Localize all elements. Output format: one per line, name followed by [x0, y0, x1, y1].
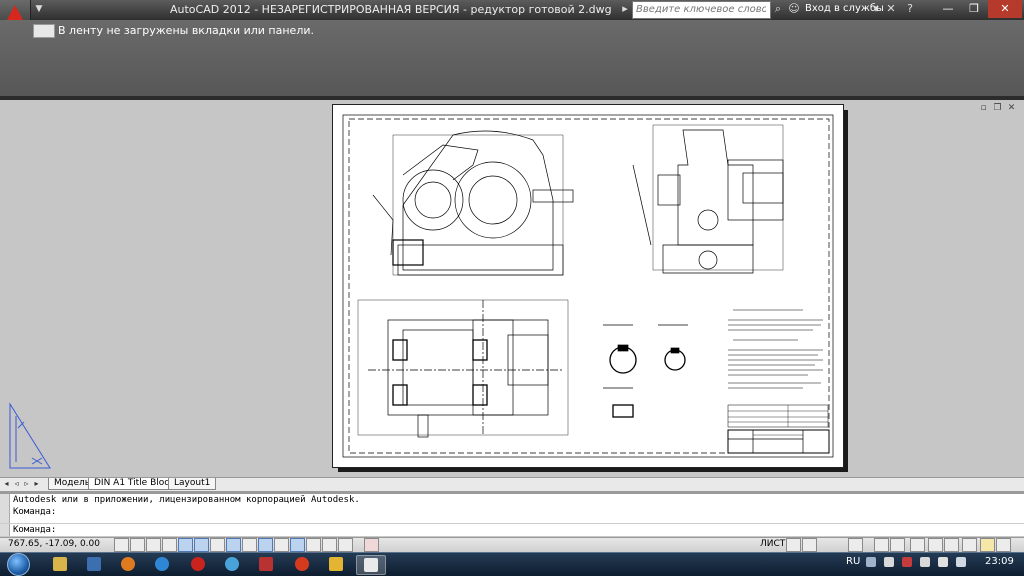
language-indicator[interactable]: RU [846, 556, 860, 567]
last-tab-icon[interactable]: ▸ [32, 478, 41, 489]
window-title: AutoCAD 2012 - НЕЗАРЕГИСТРИРОВАННАЯ ВЕРС… [170, 3, 612, 16]
clock[interactable]: 23:09 [985, 556, 1014, 567]
quick-view-drawings-button[interactable] [802, 538, 817, 552]
app-icon [259, 557, 273, 571]
ribbon-panel-icon [33, 24, 55, 38]
quick-access-dropdown-icon[interactable]: ▼ [32, 2, 46, 16]
autocad-icon [364, 558, 378, 572]
command-history-line: Команда: [13, 507, 57, 517]
isolate-objects-icon[interactable] [962, 538, 977, 552]
3d-object-snap-button[interactable] [210, 538, 225, 552]
folder-icon [53, 557, 67, 571]
workspace-switching-icon[interactable] [910, 538, 925, 552]
taskbar-opera[interactable] [184, 555, 212, 573]
tray-icon[interactable] [884, 557, 894, 567]
next-tab-icon[interactable]: ▹ [22, 478, 31, 489]
search-input[interactable] [633, 2, 769, 17]
command-input[interactable] [0, 523, 1024, 537]
taskbar-app-blue[interactable] [218, 555, 246, 573]
taskbar-app-red[interactable] [252, 555, 280, 573]
paper-space-label[interactable]: ЛИСТ [760, 539, 785, 549]
dynamic-input-button[interactable] [258, 538, 273, 552]
transparency-button[interactable] [290, 538, 305, 552]
help-icon[interactable]: ? [903, 2, 917, 16]
exchange-icon[interactable]: ✕ [884, 2, 898, 16]
search-expand-icon[interactable]: ▸ [618, 2, 632, 16]
coordinates-readout[interactable]: 767.65, -17.09, 0.00 [8, 539, 100, 549]
object-snap-tracking-button[interactable] [226, 538, 241, 552]
maximize-viewport-button[interactable] [848, 538, 863, 552]
media-icon [87, 557, 101, 571]
taskbar-app-games[interactable] [288, 555, 316, 573]
annotation-visibility-button[interactable] [890, 538, 905, 552]
object-snap-button[interactable] [194, 538, 209, 552]
gearbox-drawing [342, 114, 834, 458]
drawing-minimize-icon[interactable]: ▫ [978, 103, 989, 113]
taskbar-app-yellow[interactable] [322, 555, 350, 573]
quick-properties-button[interactable] [306, 538, 321, 552]
status-tray-icon[interactable] [980, 538, 995, 552]
ucs-icon [9, 402, 51, 469]
tray-expand-icon[interactable] [866, 557, 876, 567]
tray-icon[interactable] [902, 557, 912, 567]
infer-constraints-button[interactable] [114, 538, 129, 552]
selection-cycling-button[interactable] [322, 538, 337, 552]
clean-screen-icon[interactable] [996, 538, 1011, 552]
annotation-monitor-button[interactable] [338, 538, 353, 552]
lock-icon[interactable] [928, 538, 943, 552]
annotation-scale-button[interactable] [874, 538, 889, 552]
ribbon-message: В ленту не загружены вкладки или панели. [58, 24, 315, 37]
hardware-acceleration-icon[interactable] [944, 538, 959, 552]
taskbar-media-player[interactable] [80, 555, 108, 573]
search-icon[interactable]: ⌕ [771, 2, 785, 16]
taskbar-firefox[interactable] [114, 555, 142, 573]
taskbar-autocad[interactable] [356, 555, 386, 575]
network-icon[interactable] [920, 557, 930, 567]
taskbar-explorer[interactable] [46, 555, 74, 573]
polar-tracking-button[interactable] [178, 538, 193, 552]
app-icon [225, 557, 239, 571]
maximize-button[interactable]: ❐ [962, 0, 986, 18]
prev-tab-icon[interactable]: ◃ [12, 478, 21, 489]
user-icon[interactable]: ☺ [787, 2, 801, 16]
ortho-mode-button[interactable] [162, 538, 177, 552]
tab-layout1[interactable]: Layout1 [168, 478, 217, 490]
command-prompt: Команда: [13, 525, 57, 535]
login-dropdown-icon[interactable]: ▾ [869, 2, 883, 16]
drawing-restore-icon[interactable]: ❐ [992, 103, 1003, 113]
command-history-line: Autodesk или в приложении, лицензированн… [13, 495, 360, 505]
ie-icon [155, 557, 169, 571]
battery-icon[interactable] [938, 557, 948, 567]
windows-logo-icon [7, 553, 30, 576]
first-tab-icon[interactable]: ◂ [2, 478, 11, 489]
app-icon [295, 557, 309, 571]
volume-icon[interactable] [956, 557, 966, 567]
minimize-button[interactable]: — [936, 0, 960, 18]
paper-sheet[interactable] [332, 104, 844, 468]
tab-din-a1-title-block[interactable]: DIN A1 Title Block [88, 478, 181, 490]
quick-view-layouts-button[interactable] [786, 538, 801, 552]
lineweight-button[interactable] [274, 538, 289, 552]
start-button[interactable] [6, 552, 30, 576]
app-icon [329, 557, 343, 571]
drawing-close-icon[interactable]: ✕ [1006, 103, 1017, 113]
taskbar-internet-explorer[interactable] [148, 555, 176, 573]
firefox-icon [121, 557, 135, 571]
grid-display-button[interactable] [146, 538, 161, 552]
autocad-status-icon[interactable] [364, 538, 379, 552]
opera-icon [191, 557, 205, 571]
dynamic-ucs-button[interactable] [242, 538, 257, 552]
search-box[interactable] [632, 1, 771, 19]
snap-mode-button[interactable] [130, 538, 145, 552]
close-button[interactable]: ✕ [988, 0, 1022, 18]
